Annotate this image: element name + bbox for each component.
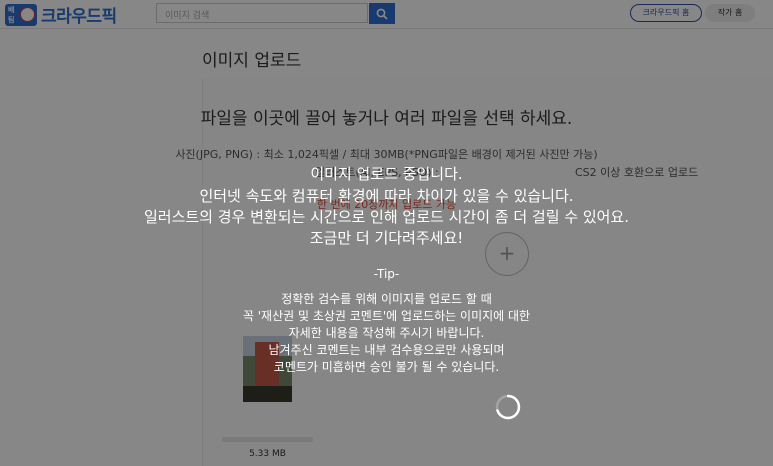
tip-line-1: 정확한 검수를 위해 이미지를 업로드 할 때 [281, 292, 492, 306]
tip-line-2: 꼭 '재산권 및 초상권 코멘트'에 업로드하는 이미지에 대한 [242, 309, 531, 323]
loading-spinner-icon [495, 394, 521, 420]
tip-line-4: 남겨주신 코멘트는 내부 검수용으로만 사용되며 [268, 343, 505, 357]
tip-line-5: 코멘트가 미흡하면 승인 불가 될 수 있습니다. [273, 360, 500, 374]
overlay-line-4: 조금만 더 기다려주세요! [309, 229, 464, 247]
overlay-line-2: 인터넷 속도와 컴퓨터 환경에 따라 차이가 있을 수 있습니다. [199, 187, 574, 205]
overlay-line-1: 이미지 업로드 중입니다. [310, 165, 463, 183]
tip-line-3: 자세한 내용을 작성해 주시기 바랍니다. [288, 326, 485, 340]
overlay-line-3: 일러스트의 경우 변환되는 시간으로 인해 업로드 시간이 좀 더 걸릴 수 있… [143, 208, 630, 226]
tip-title: -Tip- [373, 267, 400, 281]
